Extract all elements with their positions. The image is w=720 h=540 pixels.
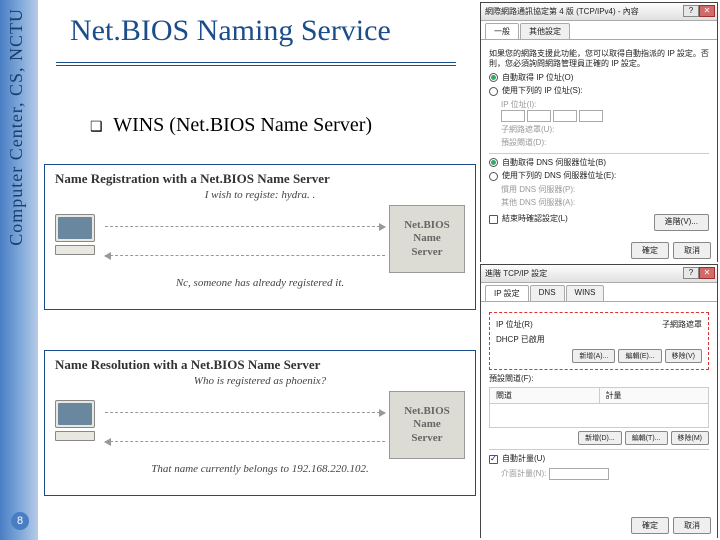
edit-button[interactable]: 編輯(E)... xyxy=(618,349,661,363)
remove-button[interactable]: 移除(V) xyxy=(665,349,702,363)
bullet-symbol: ❑ xyxy=(90,120,103,135)
slide-title: Net.BIOS Naming Service xyxy=(70,14,391,48)
dialog-advanced-tcpip: 進階 TCP/IP 設定 ? ✕ IP 設定 DNS WINS IP 位址(R)… xyxy=(480,264,718,538)
dialog1-titlebar[interactable]: 網際網路通訊協定第 4 版 (TCP/IPv4) - 內容 ? ✕ xyxy=(481,3,717,21)
diagram1-subtitle: I wish to registe: hydra. . xyxy=(55,189,465,201)
server-box: Net.BIOS Name Server xyxy=(389,391,465,459)
dialog2-pane: IP 位址(R) 子網路遮罩 DHCP 已啟用 新增(A)... 編輯(E)..… xyxy=(481,302,717,538)
dhcp-note: DHCP 已啟用 xyxy=(496,334,702,345)
dialog1-tabs: 一般 其他設定 xyxy=(481,21,717,40)
dialog1-desc: 如果您的網路支援此功能，您可以取得自動指派的 IP 設定。否則，您必須詢問網路管… xyxy=(489,49,709,70)
cancel-button[interactable]: 取消 xyxy=(673,517,711,534)
gateway-list[interactable] xyxy=(489,404,709,428)
tab-wins[interactable]: WINS xyxy=(566,285,605,301)
diagram1-footer: Nc, someone has already registered it. xyxy=(55,277,465,289)
subnet-col-label: 子網路遮罩 xyxy=(662,319,702,330)
dialog1-title: 網際網路通訊協定第 4 版 (TCP/IPv4) - 內容 xyxy=(485,6,639,17)
diagram-registration: Name Registration with a Net.BIOS Name S… xyxy=(44,164,476,310)
radio-auto-dns[interactable] xyxy=(489,158,498,167)
bullet-item: ❑ WINS (Net.BIOS Name Server) xyxy=(90,114,372,137)
cancel-button[interactable]: 取消 xyxy=(673,242,711,259)
gateway-table-header: 閘道 計量 xyxy=(489,387,709,404)
dialog-tcpip-properties: 網際網路通訊協定第 4 版 (TCP/IPv4) - 內容 ? ✕ 一般 其他設… xyxy=(480,2,718,262)
arrows xyxy=(105,214,385,264)
metric-input[interactable] xyxy=(549,468,609,480)
tab-alternate[interactable]: 其他設定 xyxy=(520,23,570,39)
diagram2-body: Net.BIOS Name Server xyxy=(55,391,465,459)
server-box: Net.BIOS Name Server xyxy=(389,205,465,273)
help-button[interactable]: ? xyxy=(683,267,699,279)
gw-remove-button[interactable]: 移除(M) xyxy=(671,431,710,445)
title-underline-2 xyxy=(56,65,456,66)
ip-section-label: IP 位址(R) xyxy=(496,319,533,330)
gateway-section-label: 預設閘道(F): xyxy=(489,374,709,384)
page-number: 8 xyxy=(11,512,29,530)
dialog2-title: 進階 TCP/IP 設定 xyxy=(485,268,547,279)
diagram1-title: Name Registration with a Net.BIOS Name S… xyxy=(55,171,465,187)
gw-edit-button[interactable]: 編輯(T)... xyxy=(625,431,668,445)
title-underline xyxy=(56,62,456,63)
sidebar: Computer Center, CS, NCTU xyxy=(0,0,38,540)
computer-icon xyxy=(55,400,101,450)
checkbox-confirm-exit[interactable] xyxy=(489,215,498,224)
radio-manual-ip[interactable] xyxy=(489,87,498,96)
close-button[interactable]: ✕ xyxy=(699,267,715,279)
help-button[interactable]: ? xyxy=(683,5,699,17)
dialog1-pane: 如果您的網路支援此功能，您可以取得自動指派的 IP 設定。否則，您必須詢問網路管… xyxy=(481,40,717,263)
dialog2-tabs: IP 設定 DNS WINS xyxy=(481,283,717,302)
tab-general[interactable]: 一般 xyxy=(485,23,519,39)
diagram2-subtitle: Who is registered as phoenix? xyxy=(55,375,465,387)
radio-auto-ip[interactable] xyxy=(489,73,498,82)
sidebar-label: Computer Center, CS, NCTU xyxy=(0,0,33,254)
diagram2-title: Name Resolution with a Net.BIOS Name Ser… xyxy=(55,357,465,373)
bullet-text: WINS (Net.BIOS Name Server) xyxy=(113,114,372,136)
diagram-resolution: Name Resolution with a Net.BIOS Name Ser… xyxy=(44,350,476,496)
computer-icon xyxy=(55,214,101,264)
tab-dns[interactable]: DNS xyxy=(530,285,565,301)
ok-button[interactable]: 確定 xyxy=(631,517,669,534)
arrows xyxy=(105,400,385,450)
diagram2-footer: That name currently belongs to 192.168.2… xyxy=(55,463,465,475)
checkbox-auto-metric[interactable] xyxy=(489,455,498,464)
tab-ip-settings[interactable]: IP 設定 xyxy=(485,285,529,301)
radio-manual-dns[interactable] xyxy=(489,172,498,181)
ok-button[interactable]: 確定 xyxy=(631,242,669,259)
ip-input[interactable] xyxy=(501,110,709,122)
gw-add-button[interactable]: 新增(D)... xyxy=(578,431,622,445)
advanced-button[interactable]: 進階(V)... xyxy=(654,214,709,230)
add-button[interactable]: 新增(A)... xyxy=(572,349,615,363)
diagram1-body: Net.BIOS Name Server xyxy=(55,205,465,273)
dialog2-titlebar[interactable]: 進階 TCP/IP 設定 ? ✕ xyxy=(481,265,717,283)
close-button[interactable]: ✕ xyxy=(699,5,715,17)
